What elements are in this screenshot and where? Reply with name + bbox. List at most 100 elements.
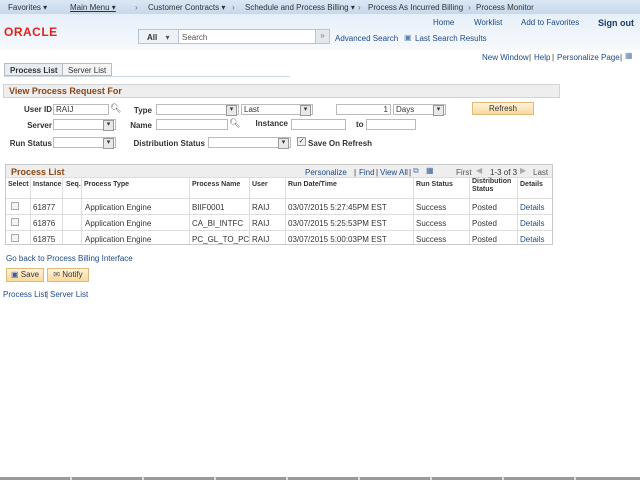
distribution-status-select[interactable] <box>208 137 291 149</box>
personalize-page-link[interactable]: Personalize Page <box>557 53 620 62</box>
footer-server-list-link[interactable]: Server List <box>50 290 88 299</box>
cell-name: CA_BI_INTFC <box>192 219 244 228</box>
last-select[interactable]: Last <box>241 104 313 116</box>
cell-name: BIIF0001 <box>192 203 225 212</box>
notify-button[interactable]: ✉ Notify <box>47 268 89 282</box>
breadcrumb-process-billing[interactable]: Process As Incurred Billing <box>368 3 463 12</box>
home-link[interactable]: Home <box>433 18 454 27</box>
row-range: 1-3 of 3 <box>490 168 518 177</box>
main-menu[interactable]: Main Menu ▾ <box>70 3 116 12</box>
cell-details-link[interactable]: Details <box>520 203 544 212</box>
instance-to-input[interactable] <box>366 119 416 130</box>
cell-user: RAIJ <box>252 203 270 212</box>
cell-name: PC_GL_TO_PC <box>192 235 250 244</box>
table-row: 61877 Application Engine BIIF0001 RAIJ 03/07… <box>6 198 552 214</box>
save-on-refresh-checkbox[interactable]: ✓ <box>297 137 306 146</box>
advanced-search-link[interactable]: Advanced Search <box>335 34 398 43</box>
cell-user: RAIJ <box>252 235 270 244</box>
refresh-button[interactable]: Refresh <box>472 102 534 115</box>
select-checkbox[interactable] <box>11 234 19 242</box>
favorites-menu[interactable]: Favorites ▾ <box>8 3 47 12</box>
last-link[interactable]: Last <box>533 168 548 177</box>
last-search-results-link[interactable]: Last Search Results <box>415 34 487 43</box>
search-scope-select[interactable]: All ▾ <box>139 30 179 43</box>
previous-icon[interactable]: ◀ <box>476 166 482 175</box>
go-back-link[interactable]: Go back to Process Billing Interface <box>6 254 133 263</box>
first-link[interactable]: First <box>456 168 472 177</box>
save-on-refresh-label: Save On Refresh <box>308 139 373 148</box>
run-status-select[interactable] <box>53 137 116 149</box>
col-process-type: Process Type <box>84 181 130 188</box>
footer-process-list-link[interactable]: Process List <box>3 290 47 299</box>
cell-type: Application Engine <box>85 219 152 228</box>
find-link[interactable]: Find <box>359 168 375 177</box>
lookup-icon[interactable]: 🔍︎ <box>110 103 121 114</box>
distribution-status-label: Distribution Status <box>133 139 205 148</box>
search-go-icon[interactable]: » <box>315 30 329 43</box>
save-button[interactable]: ▣ Save <box>6 268 44 282</box>
user-id-label: User ID <box>23 105 52 114</box>
name-input[interactable] <box>156 119 228 130</box>
new-window-icon[interactable]: ⧉ <box>413 166 419 176</box>
instance-label: Instance <box>255 119 288 128</box>
cell-dist: Posted <box>472 235 497 244</box>
grid-title: Process List <box>11 167 65 177</box>
worklist-link[interactable]: Worklist <box>474 18 502 27</box>
col-instance: Instance <box>33 181 62 188</box>
run-status-label: Run Status <box>9 139 52 148</box>
tab-server-list[interactable]: Server List <box>62 63 113 76</box>
cell-datetime: 03/07/2015 5:27:45PM EST <box>288 203 387 212</box>
oracle-logo: ORACLE <box>4 25 58 39</box>
cell-type: Application Engine <box>85 203 152 212</box>
cell-status: Success <box>416 219 447 228</box>
col-details: Details <box>520 181 543 188</box>
notify-icon: ✉ <box>53 270 60 279</box>
section-header: View Process Request For <box>3 84 560 98</box>
instance-from-input[interactable] <box>291 119 346 130</box>
type-label: Type <box>133 106 152 115</box>
col-run-status: Run Status <box>416 181 453 188</box>
download-spreadsheet-icon[interactable]: ▦ <box>426 166 434 175</box>
cell-datetime: 03/07/2015 5:25:53PM EST <box>288 219 387 228</box>
cell-details-link[interactable]: Details <box>520 219 544 228</box>
personalize-link[interactable]: Personalize <box>305 168 347 177</box>
select-checkbox[interactable] <box>11 218 19 226</box>
table-row: 61875 Application Engine PC_GL_TO_PC RAIJ 03… <box>6 230 552 246</box>
breadcrumb-customer-contracts[interactable]: Customer Contracts ▾ <box>148 3 225 12</box>
grid-icon[interactable]: ▦ <box>625 51 633 60</box>
name-label: Name <box>130 121 152 130</box>
select-checkbox[interactable] <box>11 202 19 210</box>
search-bar: All ▾ Search » <box>138 29 330 44</box>
cell-instance: 61877 <box>33 203 56 212</box>
search-input[interactable]: Search <box>182 33 207 42</box>
tab-process-list[interactable]: Process List <box>4 63 64 76</box>
user-id-input[interactable]: RAIJ <box>53 104 109 115</box>
cell-status: Success <box>416 235 447 244</box>
process-list-grid: Process List Personalize | Find | View A… <box>5 164 553 245</box>
cell-type: Application Engine <box>85 235 152 244</box>
add-to-favorites-link[interactable]: Add to Favorites <box>521 18 579 27</box>
help-link[interactable]: Help <box>534 53 550 62</box>
col-distribution-status: Distribution Status <box>472 178 512 193</box>
sign-out-link[interactable]: Sign out <box>598 18 634 28</box>
server-select[interactable] <box>53 119 116 131</box>
cell-dist: Posted <box>472 219 497 228</box>
next-icon[interactable]: ▶ <box>520 166 526 175</box>
view-all-link[interactable]: View All <box>380 168 408 177</box>
col-select: Select <box>8 181 29 188</box>
cell-details-link[interactable]: Details <box>520 235 544 244</box>
lookup-icon[interactable]: 🔍︎ <box>229 118 240 129</box>
count-input[interactable]: 1 <box>336 104 391 115</box>
type-select[interactable] <box>156 104 239 116</box>
breadcrumb-schedule-billing[interactable]: Schedule and Process Billing ▾ <box>245 3 355 12</box>
breadcrumb-process-monitor: Process Monitor <box>476 3 534 12</box>
save-icon: ▣ <box>10 270 19 279</box>
cell-user: RAIJ <box>252 219 270 228</box>
to-label: to <box>356 120 364 129</box>
server-label: Server <box>27 121 52 130</box>
col-process-name: Process Name <box>192 181 241 188</box>
unit-select[interactable]: Days <box>393 104 446 116</box>
cell-datetime: 03/07/2015 5:00:03PM EST <box>288 235 387 244</box>
cell-instance: 61875 <box>33 235 56 244</box>
new-window-link[interactable]: New Window <box>482 53 529 62</box>
